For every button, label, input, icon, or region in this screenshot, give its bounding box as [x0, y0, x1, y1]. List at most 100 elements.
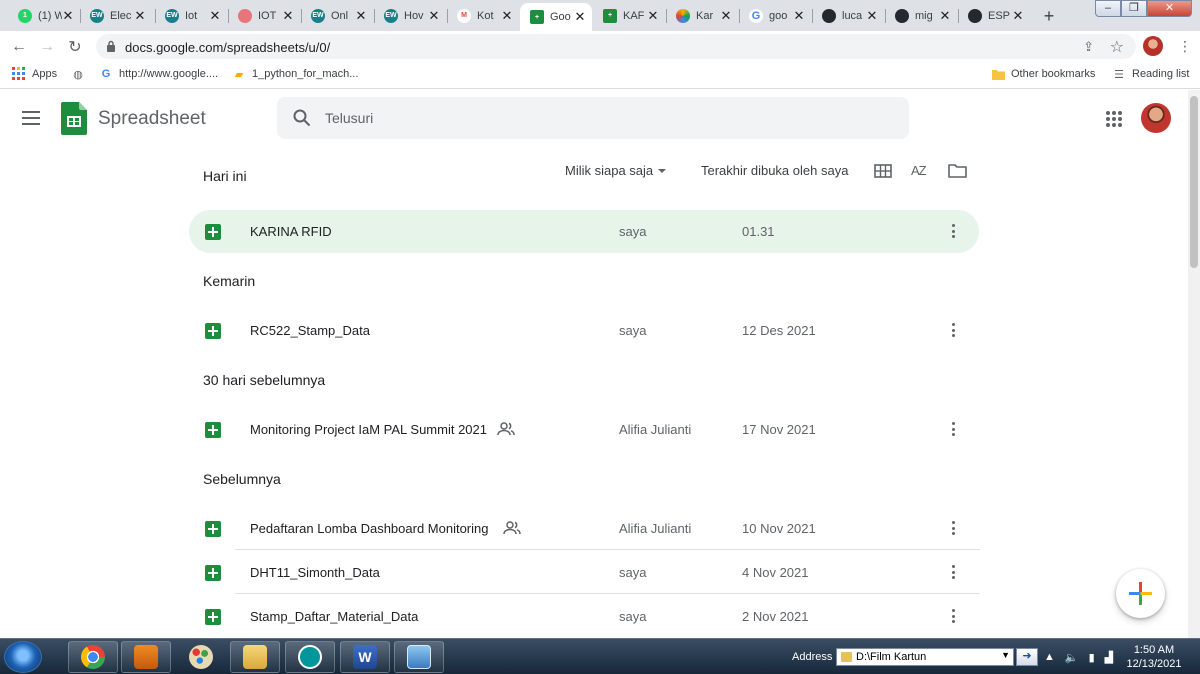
main-menu-icon[interactable] — [22, 111, 40, 125]
google-apps-icon[interactable] — [1106, 111, 1122, 127]
more-options-icon[interactable] — [947, 321, 959, 339]
owner-filter-dropdown[interactable]: Milik siapa saja — [565, 163, 671, 178]
browser-tab[interactable]: EW Hov ✕ — [374, 3, 446, 28]
close-icon[interactable]: ✕ — [939, 8, 951, 24]
bookmark-apps[interactable]: Apps — [12, 67, 57, 81]
start-button[interactable] — [4, 641, 42, 673]
close-icon[interactable]: ✕ — [574, 9, 586, 25]
share-icon[interactable]: ⇪ — [1083, 39, 1094, 55]
close-icon[interactable]: ✕ — [647, 8, 659, 24]
file-owner: saya — [619, 323, 647, 338]
account-avatar[interactable] — [1141, 103, 1171, 133]
close-icon[interactable]: ✕ — [793, 8, 805, 24]
more-options-icon[interactable] — [947, 607, 959, 625]
bookmark-globe[interactable]: ◍ — [71, 67, 85, 81]
browser-tab[interactable]: mig ✕ — [885, 3, 957, 28]
close-icon[interactable]: ✕ — [1012, 8, 1024, 24]
browser-tab[interactable]: EW Elec ✕ — [80, 3, 152, 28]
close-icon[interactable]: ✕ — [282, 8, 294, 24]
folder-icon — [991, 67, 1005, 81]
file-owner: saya — [619, 565, 647, 580]
grid-view-icon[interactable] — [874, 164, 892, 178]
chevron-down-icon[interactable]: ▼ — [1001, 650, 1010, 660]
browser-tab[interactable]: ESP ✕ — [958, 3, 1030, 28]
restore-button[interactable]: ❐ — [1121, 0, 1147, 17]
sort-last-opened-button[interactable]: Terakhir dibuka oleh saya — [701, 163, 848, 178]
browser-tab-strip: 1 (1) W ✕ EW Elec ✕ EW Iot ✕ IOT ✕ EW Onl ✕ EW Hov… — [0, 0, 1200, 31]
browser-tab[interactable]: Kar ✕ — [666, 3, 738, 28]
taskbar-window[interactable] — [394, 641, 444, 673]
file-row[interactable]: Pedaftaran Lomba Dashboard Monitoring Al… — [189, 507, 980, 550]
browser-toolbar: ← → ↻ docs.google.com/spreadsheets/u/0/ … — [0, 31, 1200, 61]
browser-tab[interactable]: M Kot ✕ — [447, 3, 519, 28]
search-box[interactable] — [277, 97, 909, 139]
browser-menu-icon[interactable]: ⋮ — [1178, 38, 1192, 55]
file-row[interactable]: KARINA RFID saya 01.31 — [189, 210, 979, 253]
back-button[interactable]: ← — [8, 36, 30, 58]
address-toolbar-input[interactable]: D:\Film Kartun ▼ — [836, 648, 1014, 666]
new-tab-button[interactable]: + — [1037, 4, 1061, 28]
taskbar-paint[interactable] — [176, 641, 226, 673]
forward-button[interactable]: → — [36, 36, 58, 58]
file-row[interactable]: DHT11_Simonth_Data saya 4 Nov 2021 — [189, 551, 980, 594]
power-icon[interactable]: ▮ — [1089, 651, 1095, 664]
close-icon[interactable]: ✕ — [428, 8, 440, 24]
row-divider — [235, 593, 980, 594]
taskbar-explorer[interactable] — [230, 641, 280, 673]
close-icon[interactable]: ✕ — [355, 8, 367, 24]
close-icon[interactable]: ✕ — [134, 8, 146, 24]
bookmark-google[interactable]: G http://www.google.... — [99, 67, 218, 81]
address-go-button[interactable]: ➜ — [1016, 648, 1038, 666]
sort-az-icon[interactable]: AZ — [911, 163, 927, 178]
browser-tab[interactable]: IOT ✕ — [228, 3, 300, 28]
close-icon[interactable]: ✕ — [866, 8, 878, 24]
scrollbar-thumb[interactable] — [1190, 96, 1198, 268]
close-icon[interactable]: ✕ — [62, 8, 74, 24]
browser-tab[interactable]: 1 (1) W ✕ — [8, 3, 80, 28]
close-icon[interactable]: ✕ — [209, 8, 221, 24]
more-options-icon[interactable] — [947, 563, 959, 581]
close-icon[interactable]: ✕ — [720, 8, 732, 24]
search-input[interactable] — [325, 107, 885, 129]
file-row[interactable]: RC522_Stamp_Data saya 12 Des 2021 — [189, 309, 979, 352]
chrome-icon — [81, 645, 105, 669]
go-arrow-icon: ➜ — [1022, 650, 1032, 662]
taskbar-word[interactable]: W — [340, 641, 390, 673]
tray-expand-icon[interactable]: ▲ — [1044, 651, 1055, 664]
taskbar-clock[interactable]: 1:50 AM 12/13/2021 — [1124, 643, 1184, 671]
browser-tab[interactable]: EW Iot ✕ — [155, 3, 227, 28]
network-icon[interactable]: ▟ — [1105, 651, 1113, 664]
bookmark-other[interactable]: Other bookmarks — [991, 67, 1095, 81]
window-close-button[interactable]: ✕ — [1147, 0, 1192, 17]
taskbar-arduino[interactable] — [285, 641, 335, 673]
bookmark-star-icon[interactable]: ☆ — [1110, 37, 1124, 57]
reload-button[interactable]: ↻ — [64, 36, 86, 58]
minimize-button[interactable]: – — [1095, 0, 1121, 17]
file-row[interactable]: Monitoring Project IaM PAL Summit 2021 A… — [189, 408, 979, 451]
app-title: Spreadsheet — [98, 108, 206, 129]
reading-list-button[interactable]: ☰ Reading list — [1112, 67, 1189, 81]
close-icon[interactable]: ✕ — [501, 8, 513, 24]
tab-favicon-icon: EW — [311, 8, 325, 23]
browser-tab-active[interactable]: + Goo ✕ — [520, 3, 592, 31]
folder-picker-icon[interactable] — [948, 163, 967, 178]
more-options-icon[interactable] — [947, 519, 959, 537]
volume-icon[interactable]: 🔈 — [1065, 651, 1079, 664]
section-header-last-30-days: 30 hari sebelumnya — [203, 372, 326, 388]
more-options-icon[interactable] — [947, 222, 959, 240]
file-row[interactable]: Stamp_Daftar_Material_Data saya 2 Nov 20… — [189, 595, 979, 638]
notebook-icon: ▰ — [234, 68, 244, 81]
browser-tab[interactable]: Ggoo ✕ — [739, 3, 811, 28]
create-new-spreadsheet-button[interactable] — [1116, 569, 1165, 618]
more-options-icon[interactable] — [947, 420, 959, 438]
page-scrollbar[interactable] — [1188, 90, 1200, 638]
browser-tab[interactable]: + KAF ✕ — [593, 3, 665, 28]
taskbar-chrome[interactable] — [68, 641, 118, 673]
browser-tab[interactable]: EW Onl ✕ — [301, 3, 373, 28]
bookmarks-bar: Apps ◍ G http://www.google.... ▰ 1_pytho… — [0, 61, 1200, 89]
browser-tab[interactable]: luca ✕ — [812, 3, 884, 28]
bookmark-python[interactable]: ▰ 1_python_for_mach... — [232, 67, 359, 81]
browser-profile-avatar[interactable] — [1143, 36, 1163, 56]
address-bar[interactable]: docs.google.com/spreadsheets/u/0/ ⇪ ☆ — [96, 34, 1136, 59]
taskbar-media-player[interactable] — [121, 641, 171, 673]
